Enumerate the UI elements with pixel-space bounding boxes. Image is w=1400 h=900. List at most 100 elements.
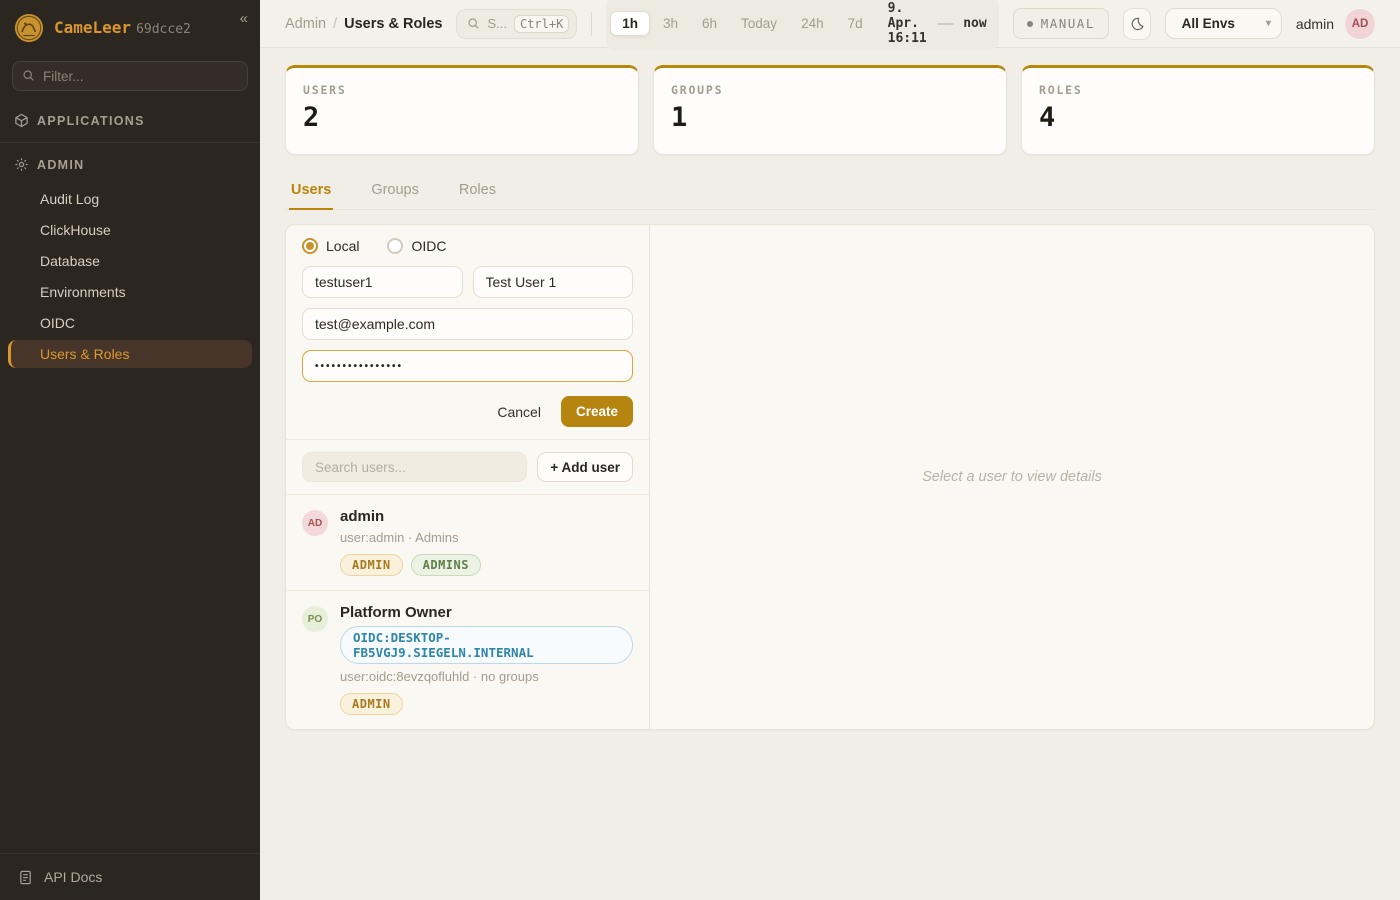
create-button[interactable]: Create	[561, 396, 633, 427]
breadcrumb-admin[interactable]: Admin	[285, 16, 326, 32]
role-badge-admin: ADMIN	[340, 554, 403, 576]
radio-local-label: Local	[326, 238, 359, 254]
radio-oidc-label: OIDC	[411, 238, 446, 254]
section-admin-label: ADMIN	[37, 158, 84, 172]
tab-roles[interactable]: Roles	[457, 174, 498, 209]
global-search-button[interactable]: S... Ctrl+K	[456, 9, 577, 39]
camel-logo-icon	[14, 13, 44, 43]
filter-input[interactable]	[12, 61, 248, 91]
search-label: S...	[487, 16, 507, 31]
range-7d-button[interactable]: 7d	[837, 12, 874, 35]
user-avatar[interactable]: AD	[1345, 9, 1375, 39]
cube-icon	[14, 113, 29, 128]
group-badge-admins: ADMINS	[411, 554, 481, 576]
sidebar-item-clickhouse[interactable]: ClickHouse	[8, 216, 252, 244]
roles-card-value: 4	[1039, 102, 1357, 133]
user-row-platform-owner[interactable]: PO Platform Owner OIDC:DESKTOP-FB5VGJ9.S…	[286, 590, 649, 729]
sidebar-item-oidc[interactable]: OIDC	[8, 309, 252, 337]
section-admin[interactable]: ADMIN	[0, 147, 260, 182]
user-meta: user:admin · Admins	[340, 530, 481, 545]
radio-local[interactable]: Local	[302, 238, 359, 254]
user-detail-panel: Select a user to view details	[650, 225, 1374, 729]
tab-groups[interactable]: Groups	[369, 174, 421, 209]
radio-local-control[interactable]	[302, 238, 318, 254]
app-name: CameLeer	[54, 18, 131, 37]
users-card-label: USERS	[303, 83, 621, 97]
time-dash: —	[937, 15, 953, 33]
env-select[interactable]: All Envs ▾	[1165, 8, 1282, 39]
section-applications[interactable]: APPLICATIONS	[0, 103, 260, 138]
avatar: PO	[302, 606, 328, 632]
chevron-down-icon: ▾	[1266, 18, 1271, 29]
cancel-button[interactable]: Cancel	[497, 404, 541, 420]
user-search-row: + Add user	[286, 439, 649, 494]
header-divider	[591, 12, 592, 36]
breadcrumb: Admin / Users & Roles	[285, 16, 442, 32]
user-badges: ADMIN	[340, 693, 633, 715]
form-actions: Cancel Create	[302, 396, 633, 427]
user-row-body: Platform Owner OIDC:DESKTOP-FB5VGJ9.SIEG…	[340, 604, 633, 715]
top-header: Admin / Users & Roles S... Ctrl+K 1h 3h …	[260, 0, 1400, 48]
api-docs-link[interactable]: API Docs	[0, 853, 260, 900]
sidebar-item-database[interactable]: Database	[8, 247, 252, 275]
roles-stat-card: ROLES 4	[1021, 65, 1375, 155]
moon-icon	[1129, 16, 1145, 32]
radio-oidc-control[interactable]	[387, 238, 403, 254]
time-to[interactable]: now	[963, 16, 986, 31]
create-user-form: Local OIDC Cancel Create	[286, 225, 649, 439]
users-stat-card: USERS 2	[285, 65, 639, 155]
users-panel: Local OIDC Cancel Create	[285, 224, 1375, 730]
search-users-input[interactable]	[302, 452, 527, 482]
groups-card-label: GROUPS	[671, 83, 989, 97]
password-field[interactable]	[302, 350, 633, 382]
name-fields-row	[302, 266, 633, 298]
groups-stat-card: GROUPS 1	[653, 65, 1007, 155]
user-row-body: admin user:admin · Admins ADMIN ADMINS	[340, 508, 481, 576]
user-row-admin[interactable]: AD admin user:admin · Admins ADMIN ADMIN…	[286, 494, 649, 590]
header-username: admin	[1296, 16, 1334, 32]
search-shortcut: Ctrl+K	[514, 15, 569, 33]
username-field[interactable]	[302, 266, 463, 298]
document-icon	[18, 870, 33, 885]
oidc-issuer-badge: OIDC:DESKTOP-FB5VGJ9.SIEGELN.INTERNAL	[340, 626, 633, 664]
range-3h-button[interactable]: 3h	[652, 12, 689, 35]
refresh-mode-button[interactable]: MANUAL	[1013, 8, 1109, 39]
range-24h-button[interactable]: 24h	[790, 12, 835, 35]
email-field[interactable]	[302, 308, 633, 340]
env-selected-value: All Envs	[1182, 16, 1235, 31]
tab-bar: Users Groups Roles	[285, 174, 1375, 210]
range-6h-button[interactable]: 6h	[691, 12, 728, 35]
roles-card-label: ROLES	[1039, 83, 1357, 97]
auth-type-radios: Local OIDC	[302, 238, 633, 254]
main-content: USERS 2 GROUPS 1 ROLES 4 Users Groups Ro…	[260, 48, 1400, 747]
header-user: admin AD	[1296, 9, 1375, 39]
user-badges: ADMIN ADMINS	[340, 554, 481, 576]
stat-cards: USERS 2 GROUPS 1 ROLES 4	[285, 65, 1375, 155]
avatar: AD	[302, 510, 328, 536]
add-user-button[interactable]: + Add user	[537, 452, 633, 482]
radio-oidc[interactable]: OIDC	[387, 238, 446, 254]
time-from[interactable]: 9. Apr. 16:11	[888, 1, 928, 46]
display-name-field[interactable]	[473, 266, 634, 298]
sidebar: CameLeer 69dcce2 « APPLICATIONS ADMIN Aud…	[0, 0, 260, 900]
tab-users[interactable]: Users	[289, 174, 333, 210]
users-left-column: Local OIDC Cancel Create	[286, 225, 650, 729]
search-icon	[22, 69, 35, 87]
app-version: 69dcce2	[136, 22, 191, 37]
breadcrumb-separator: /	[333, 16, 337, 32]
gear-icon	[14, 157, 29, 172]
range-today-button[interactable]: Today	[730, 12, 788, 35]
user-name: admin	[340, 508, 481, 525]
sidebar-item-audit-log[interactable]: Audit Log	[8, 185, 252, 213]
sidebar-item-environments[interactable]: Environments	[8, 278, 252, 306]
sidebar-header: CameLeer 69dcce2 «	[0, 0, 260, 53]
search-icon	[467, 17, 480, 30]
user-name: Platform Owner	[340, 604, 633, 621]
section-applications-label: APPLICATIONS	[37, 114, 145, 128]
sidebar-collapse-icon[interactable]: «	[240, 10, 248, 27]
theme-toggle-button[interactable]	[1123, 8, 1151, 40]
range-1h-button[interactable]: 1h	[610, 11, 650, 36]
sidebar-item-users-roles[interactable]: Users & Roles	[8, 340, 252, 368]
status-dot	[1027, 21, 1033, 27]
app-title: CameLeer 69dcce2	[54, 18, 191, 38]
